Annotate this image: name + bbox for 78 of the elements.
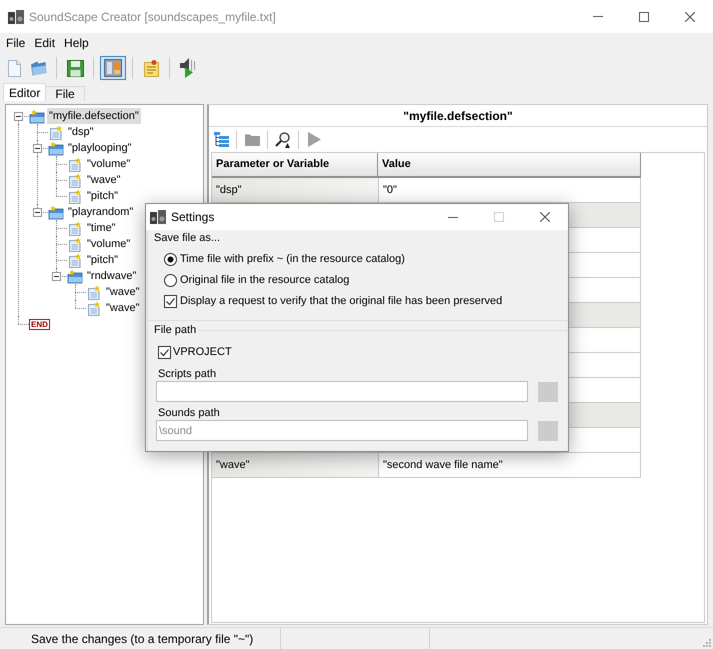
document-icon: [86, 284, 102, 300]
tree-item[interactable]: "dsp": [66, 124, 96, 140]
tree-list-icon: [214, 132, 228, 147]
table-cell: "dsp": [212, 178, 378, 203]
tree-item[interactable]: "playrandom": [66, 204, 136, 220]
page-icon: [8, 60, 20, 76]
panel-title: "myfile.defsection": [209, 105, 707, 127]
play-icon: [308, 132, 320, 147]
tree-item[interactable]: "rndwave": [85, 268, 138, 284]
tree-item[interactable]: "pitch": [85, 188, 120, 204]
tree-item[interactable]: "wave": [104, 300, 142, 316]
document-icon: [67, 236, 83, 252]
group-label: File path: [153, 323, 196, 337]
dialog-title: Settings: [171, 209, 214, 226]
status-text: Save the changes (to a temporary file "~"): [31, 630, 254, 648]
folder-icon: [244, 133, 260, 146]
field-label: Sounds path: [157, 406, 221, 420]
tree-item[interactable]: "volume": [85, 236, 132, 252]
folder-icon: [48, 140, 64, 156]
folder-icon: [30, 60, 46, 76]
tree-item[interactable]: "pitch": [85, 252, 120, 268]
speakers-icon: [8, 10, 24, 24]
tab[interactable]: File: [45, 86, 85, 101]
checkbox[interactable]: [158, 346, 171, 358]
panels-icon: [104, 59, 122, 77]
maximize-icon: [639, 12, 649, 22]
folder-icon: [29, 108, 45, 124]
tree-item[interactable]: "playlooping": [66, 140, 134, 156]
document-icon: [67, 188, 83, 204]
text-field[interactable]: [156, 381, 528, 402]
tree-item[interactable]: "myfile.defsection": [47, 108, 141, 124]
document-icon: [67, 156, 83, 172]
tree-item[interactable]: "wave": [104, 284, 142, 300]
search-icon: [275, 132, 291, 148]
checkbox[interactable]: [164, 295, 177, 308]
document-icon: [86, 300, 102, 316]
speaker-play-icon: [179, 58, 197, 78]
tab[interactable]: Editor: [3, 83, 46, 101]
collapse-icon[interactable]: [33, 144, 42, 153]
menu-item[interactable]: Edit: [31, 35, 58, 51]
menu-item[interactable]: File: [3, 35, 28, 51]
collapse-icon[interactable]: [14, 112, 23, 121]
folder-icon: [48, 204, 64, 220]
table-cell: "wave": [212, 453, 378, 478]
save-icon: [66, 60, 84, 76]
collapse-icon[interactable]: [52, 272, 61, 281]
resize-grip-icon[interactable]: [702, 638, 711, 647]
document-icon: [67, 172, 83, 188]
option-label[interactable]: VPROJECT: [173, 344, 232, 360]
tree-item[interactable]: "time": [85, 220, 118, 236]
collapse-icon[interactable]: [33, 208, 42, 217]
tree-item[interactable]: "wave": [85, 172, 122, 188]
minimize-icon: [448, 216, 458, 218]
column-header[interactable]: Parameter or Variable: [212, 153, 378, 178]
note-icon: [144, 60, 158, 76]
radio-button[interactable]: [164, 253, 177, 266]
end-marker[interactable]: END: [29, 318, 50, 330]
group-label: Save file as...: [153, 231, 222, 245]
speakers-icon: [150, 210, 166, 224]
table-cell: "second wave file name": [378, 453, 641, 478]
radio-button[interactable]: [164, 274, 177, 287]
option-label[interactable]: Original file in the resource catalog: [180, 272, 350, 289]
window-title: SoundScape Creator [soundscapes_myfile.txt]: [29, 8, 276, 26]
minimize-icon: [593, 16, 603, 17]
tree-item[interactable]: "volume": [85, 156, 132, 172]
option-label[interactable]: Time file with prefix ~ (in the resource catalog): [180, 251, 405, 268]
text-field[interactable]: \sound: [156, 420, 528, 441]
option-label[interactable]: Display a request to verify that the original file has been preserved: [180, 293, 502, 310]
column-header[interactable]: Value: [378, 153, 641, 178]
document-icon: [48, 124, 64, 140]
document-icon: [67, 220, 83, 236]
table-cell: "0": [378, 178, 641, 203]
folder-icon: [67, 268, 83, 284]
close-icon: [685, 12, 695, 22]
field-label: Scripts path: [157, 367, 218, 381]
close-icon: [540, 212, 550, 222]
menu-item[interactable]: Help: [61, 35, 92, 51]
document-icon: [67, 252, 83, 268]
